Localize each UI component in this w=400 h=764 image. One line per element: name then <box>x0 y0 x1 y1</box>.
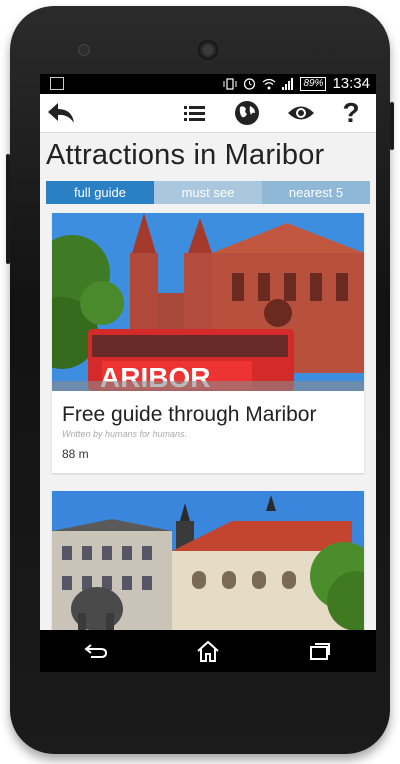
page-title: Attractions in Maribor <box>46 139 325 171</box>
vibrate-icon <box>223 77 237 90</box>
home-icon <box>197 640 219 662</box>
tab-nearest-5[interactable]: nearest 5 <box>262 181 370 204</box>
clock: 13:34 <box>332 75 370 92</box>
cathedral-photo: ARIBOR <box>52 213 364 391</box>
nav-recents-button[interactable] <box>300 636 340 666</box>
phone-frame: 89% 13:34 ? Attractions in Maribor full … <box>6 6 394 754</box>
help-button[interactable]: ? <box>336 97 366 128</box>
attraction-card[interactable]: ARIBOR Free guide through Maribor Writte… <box>52 213 364 473</box>
screen: 89% 13:34 ? Attractions in Maribor full … <box>40 74 376 672</box>
toolbar: ? <box>40 94 376 133</box>
status-bar: 89% 13:34 <box>40 74 376 94</box>
nav-back-button[interactable] <box>76 636 116 666</box>
back-arrow-icon <box>48 103 74 123</box>
attraction-card[interactable] <box>52 491 364 631</box>
eye-icon <box>288 106 314 120</box>
system-navigation-bar <box>40 630 376 672</box>
front-camera <box>78 44 90 56</box>
card-distance: 88 m <box>62 447 89 461</box>
battery-indicator: 89% <box>300 76 327 91</box>
nav-back-icon <box>84 644 108 658</box>
recent-apps-icon <box>310 643 330 660</box>
card-subtitle: Written by humans for humans. <box>62 429 188 439</box>
square-photo <box>52 491 364 631</box>
alarm-icon <box>244 78 256 90</box>
tab-must-see[interactable]: must see <box>154 181 262 204</box>
back-button[interactable] <box>44 98 78 128</box>
earpiece-speaker <box>198 40 218 60</box>
globe-icon <box>235 101 259 125</box>
list-icon <box>184 106 205 121</box>
tab-full-guide[interactable]: full guide <box>46 181 154 204</box>
map-button[interactable] <box>232 98 262 128</box>
signal-icon <box>282 77 294 90</box>
help-icon: ? <box>342 97 360 128</box>
wifi-icon <box>263 78 276 89</box>
app-content: ? Attractions in Maribor full guide must… <box>40 94 376 631</box>
sensor-dot <box>314 46 320 52</box>
list-button[interactable] <box>180 98 210 128</box>
tab-bar: full guide must see nearest 5 <box>46 181 370 204</box>
image-notification-icon <box>50 77 64 90</box>
card-title: Free guide through Maribor <box>62 403 317 426</box>
nav-home-button[interactable] <box>188 636 228 666</box>
power-button <box>390 102 394 150</box>
volume-button <box>6 154 10 264</box>
view-button[interactable] <box>284 98 318 128</box>
sensor-dot <box>328 46 334 52</box>
